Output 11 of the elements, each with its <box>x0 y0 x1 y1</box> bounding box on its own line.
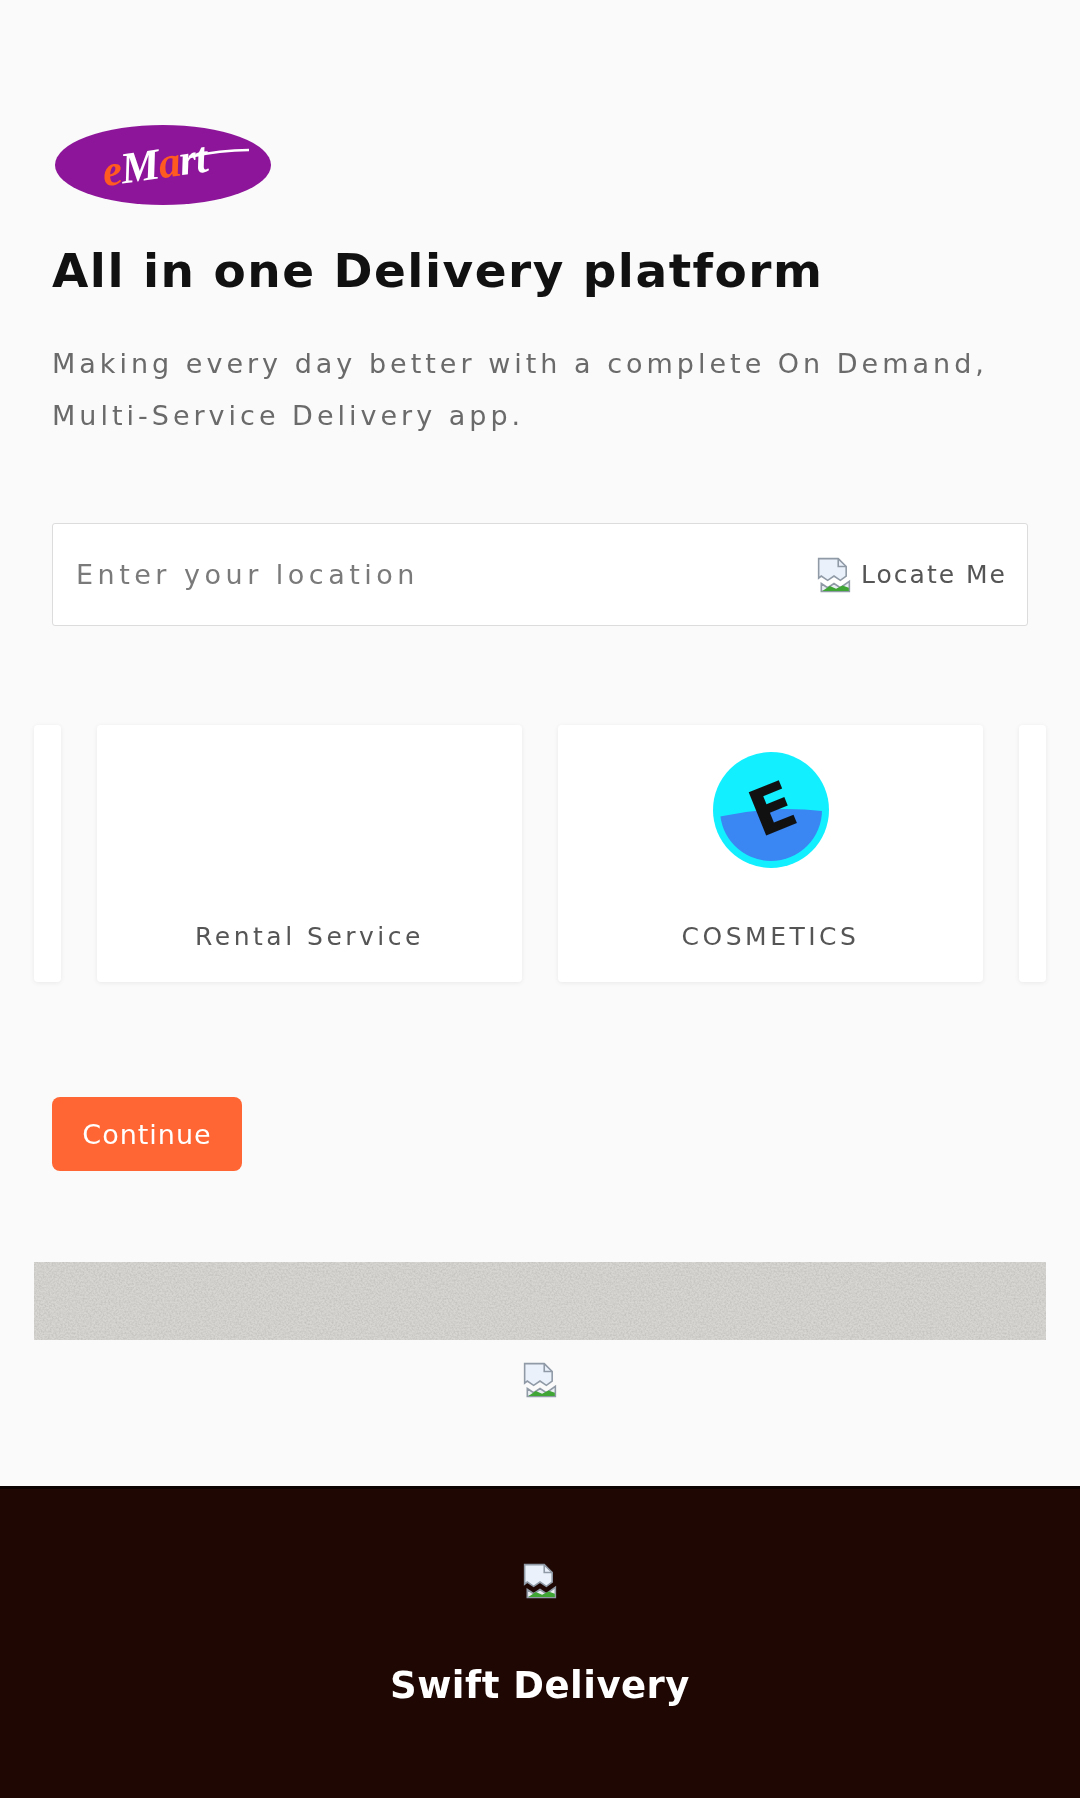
hero-title: All in one Delivery platform <box>52 242 825 300</box>
letter-logo: E <box>712 752 829 868</box>
locate-me-button[interactable]: Locate Me <box>817 556 1007 593</box>
footer-title: Swift Delivery <box>389 1663 691 1709</box>
broken-image-icon <box>523 1362 557 1398</box>
service-card[interactable]: E COSMETICS <box>558 725 983 982</box>
broken-image-icon <box>817 556 852 593</box>
location-field[interactable]: Enter your location Locate Me <box>52 523 1028 626</box>
service-card[interactable]: Rental Service <box>97 725 522 982</box>
hero-subtitle: Making every day better with a complete On Demand, Multi-Service Delivery app. <box>52 347 989 433</box>
broken-image-icon <box>523 1563 557 1599</box>
